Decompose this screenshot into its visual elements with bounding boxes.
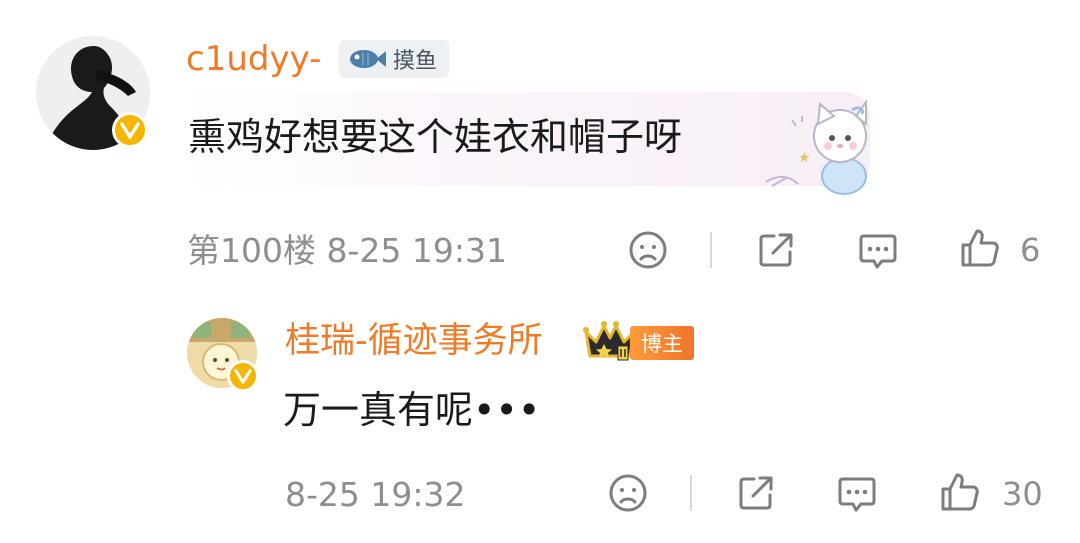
action-divider: [710, 232, 712, 268]
dislike-face-icon[interactable]: [627, 229, 669, 271]
like-thumb-icon[interactable]: [958, 226, 1002, 270]
moyu-tag[interactable]: 摸鱼: [339, 40, 450, 78]
bubble-cat-decoration-icon: ★: [758, 90, 878, 200]
comment-floor-time: 第100楼 8-25 19:31: [187, 231, 507, 270]
verified-v-icon: [112, 112, 148, 148]
verified-v-icon: [227, 360, 259, 392]
svg-text:★: ★: [798, 150, 811, 166]
dislike-face-icon[interactable]: [607, 472, 649, 514]
reply-time: 8-25 19:32: [285, 475, 466, 514]
replier-username[interactable]: 桂瑞-循迹事务所: [285, 318, 543, 364]
comment-icon[interactable]: [836, 472, 878, 516]
reply-text: 万一真有呢•••: [283, 388, 541, 432]
fish-icon: [347, 47, 387, 71]
share-icon[interactable]: [735, 472, 777, 514]
reply-like-count: 30: [1002, 475, 1043, 513]
like-thumb-icon[interactable]: [938, 470, 982, 514]
action-divider: [690, 475, 692, 511]
share-icon[interactable]: [755, 229, 797, 271]
comment-like-count: 6: [1020, 231, 1041, 269]
commenter-username[interactable]: c1udyy-: [186, 36, 321, 82]
blogger-badge: 博主: [630, 326, 694, 360]
comment-icon[interactable]: [857, 229, 899, 273]
comment-text: 熏鸡好想要这个娃衣和帽子呀: [188, 115, 683, 159]
moyu-tag-label: 摸鱼: [393, 49, 438, 74]
